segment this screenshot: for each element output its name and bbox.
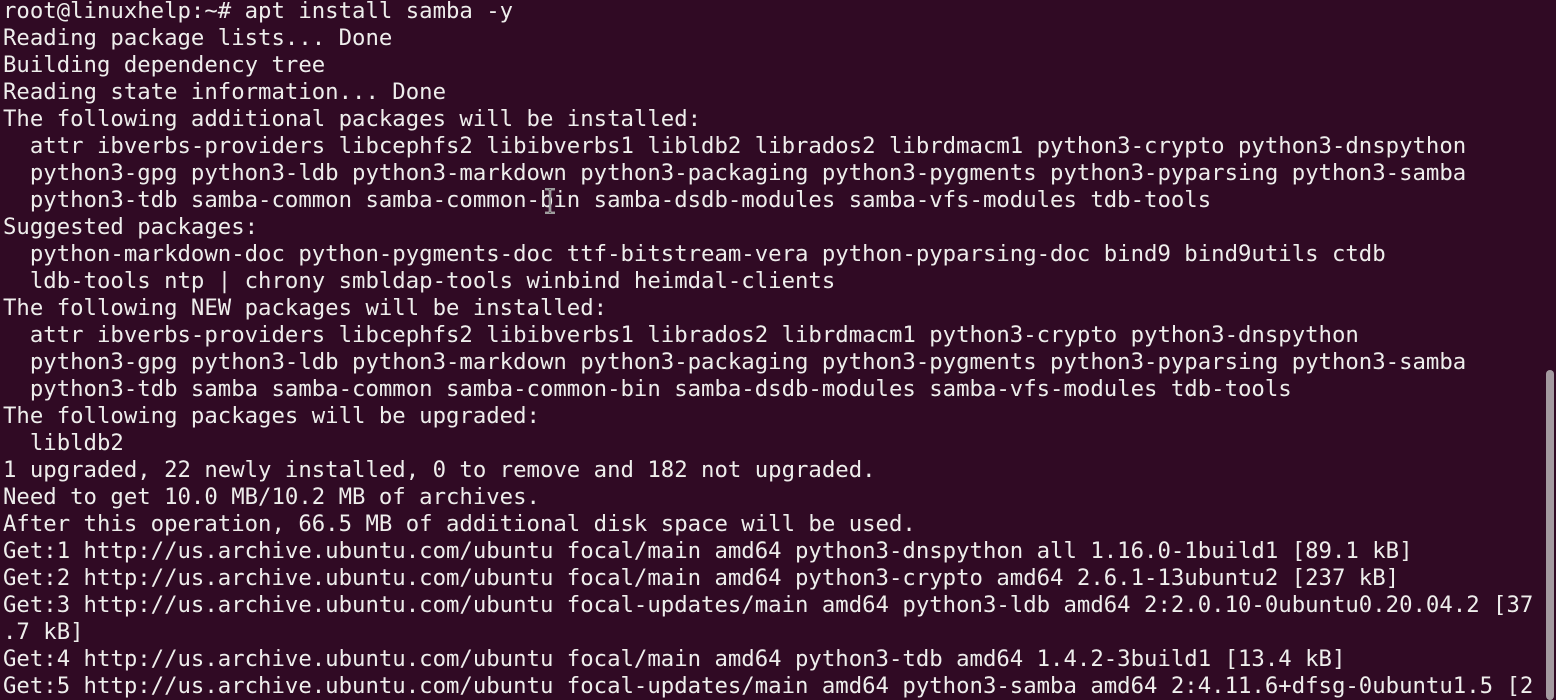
terminal-line: attr ibverbs-providers libcephfs2 libibv… [3, 322, 1359, 348]
terminal-line: The following packages will be upgraded: [3, 403, 540, 429]
terminal-line: Reading state information... Done [3, 79, 446, 105]
terminal-line: ldb-tools ntp | chrony smbldap-tools win… [3, 268, 836, 294]
terminal-line: .7 kB] [3, 619, 84, 645]
terminal-line: 1 upgraded, 22 newly installed, 0 to rem… [3, 457, 876, 483]
terminal-line: The following additional packages will b… [3, 106, 702, 132]
terminal-line: python3-gpg python3-ldb python3-markdown… [3, 349, 1467, 375]
terminal-window[interactable]: root@linuxhelp:~# apt install samba -y Re… [0, 0, 1556, 700]
terminal-line: Get:5 http://us.archive.ubuntu.com/ubunt… [3, 673, 1534, 699]
terminal-line: Need to get 10.0 MB/10.2 MB of archives. [3, 484, 540, 510]
terminal-line: Suggested packages: [3, 214, 259, 240]
terminal-line: The following NEW packages will be insta… [3, 295, 608, 321]
terminal-line: root@linuxhelp:~# apt install samba -y [3, 0, 514, 24]
terminal-line: attr ibverbs-providers libcephfs2 libibv… [3, 133, 1467, 159]
terminal-line: python3-tdb samba samba-common samba-com… [3, 376, 1292, 402]
terminal-line: Get:2 http://us.archive.ubuntu.com/ubunt… [3, 565, 1400, 591]
terminal-line: libldb2 [3, 430, 124, 456]
scrollbar-track[interactable] [1542, 0, 1556, 700]
terminal-line: python3-gpg python3-ldb python3-markdown… [3, 160, 1467, 186]
terminal-line: python3-tdb samba-common samba-common-bi… [3, 187, 1212, 213]
terminal-line: Building dependency tree [3, 52, 326, 78]
terminal-output[interactable]: root@linuxhelp:~# apt install samba -y Re… [3, 0, 1539, 700]
terminal-line: After this operation, 66.5 MB of additio… [3, 511, 916, 537]
terminal-line: Get:3 http://us.archive.ubuntu.com/ubunt… [3, 592, 1534, 618]
terminal-line: Get:1 http://us.archive.ubuntu.com/ubunt… [3, 538, 1413, 564]
terminal-line: Reading package lists... Done [3, 25, 393, 51]
terminal-line: Get:4 http://us.archive.ubuntu.com/ubunt… [3, 646, 1346, 672]
terminal-line: python-markdown-doc python-pygments-doc … [3, 241, 1386, 267]
i-beam-cursor-icon [543, 187, 557, 215]
scrollbar-thumb[interactable] [1546, 370, 1554, 700]
